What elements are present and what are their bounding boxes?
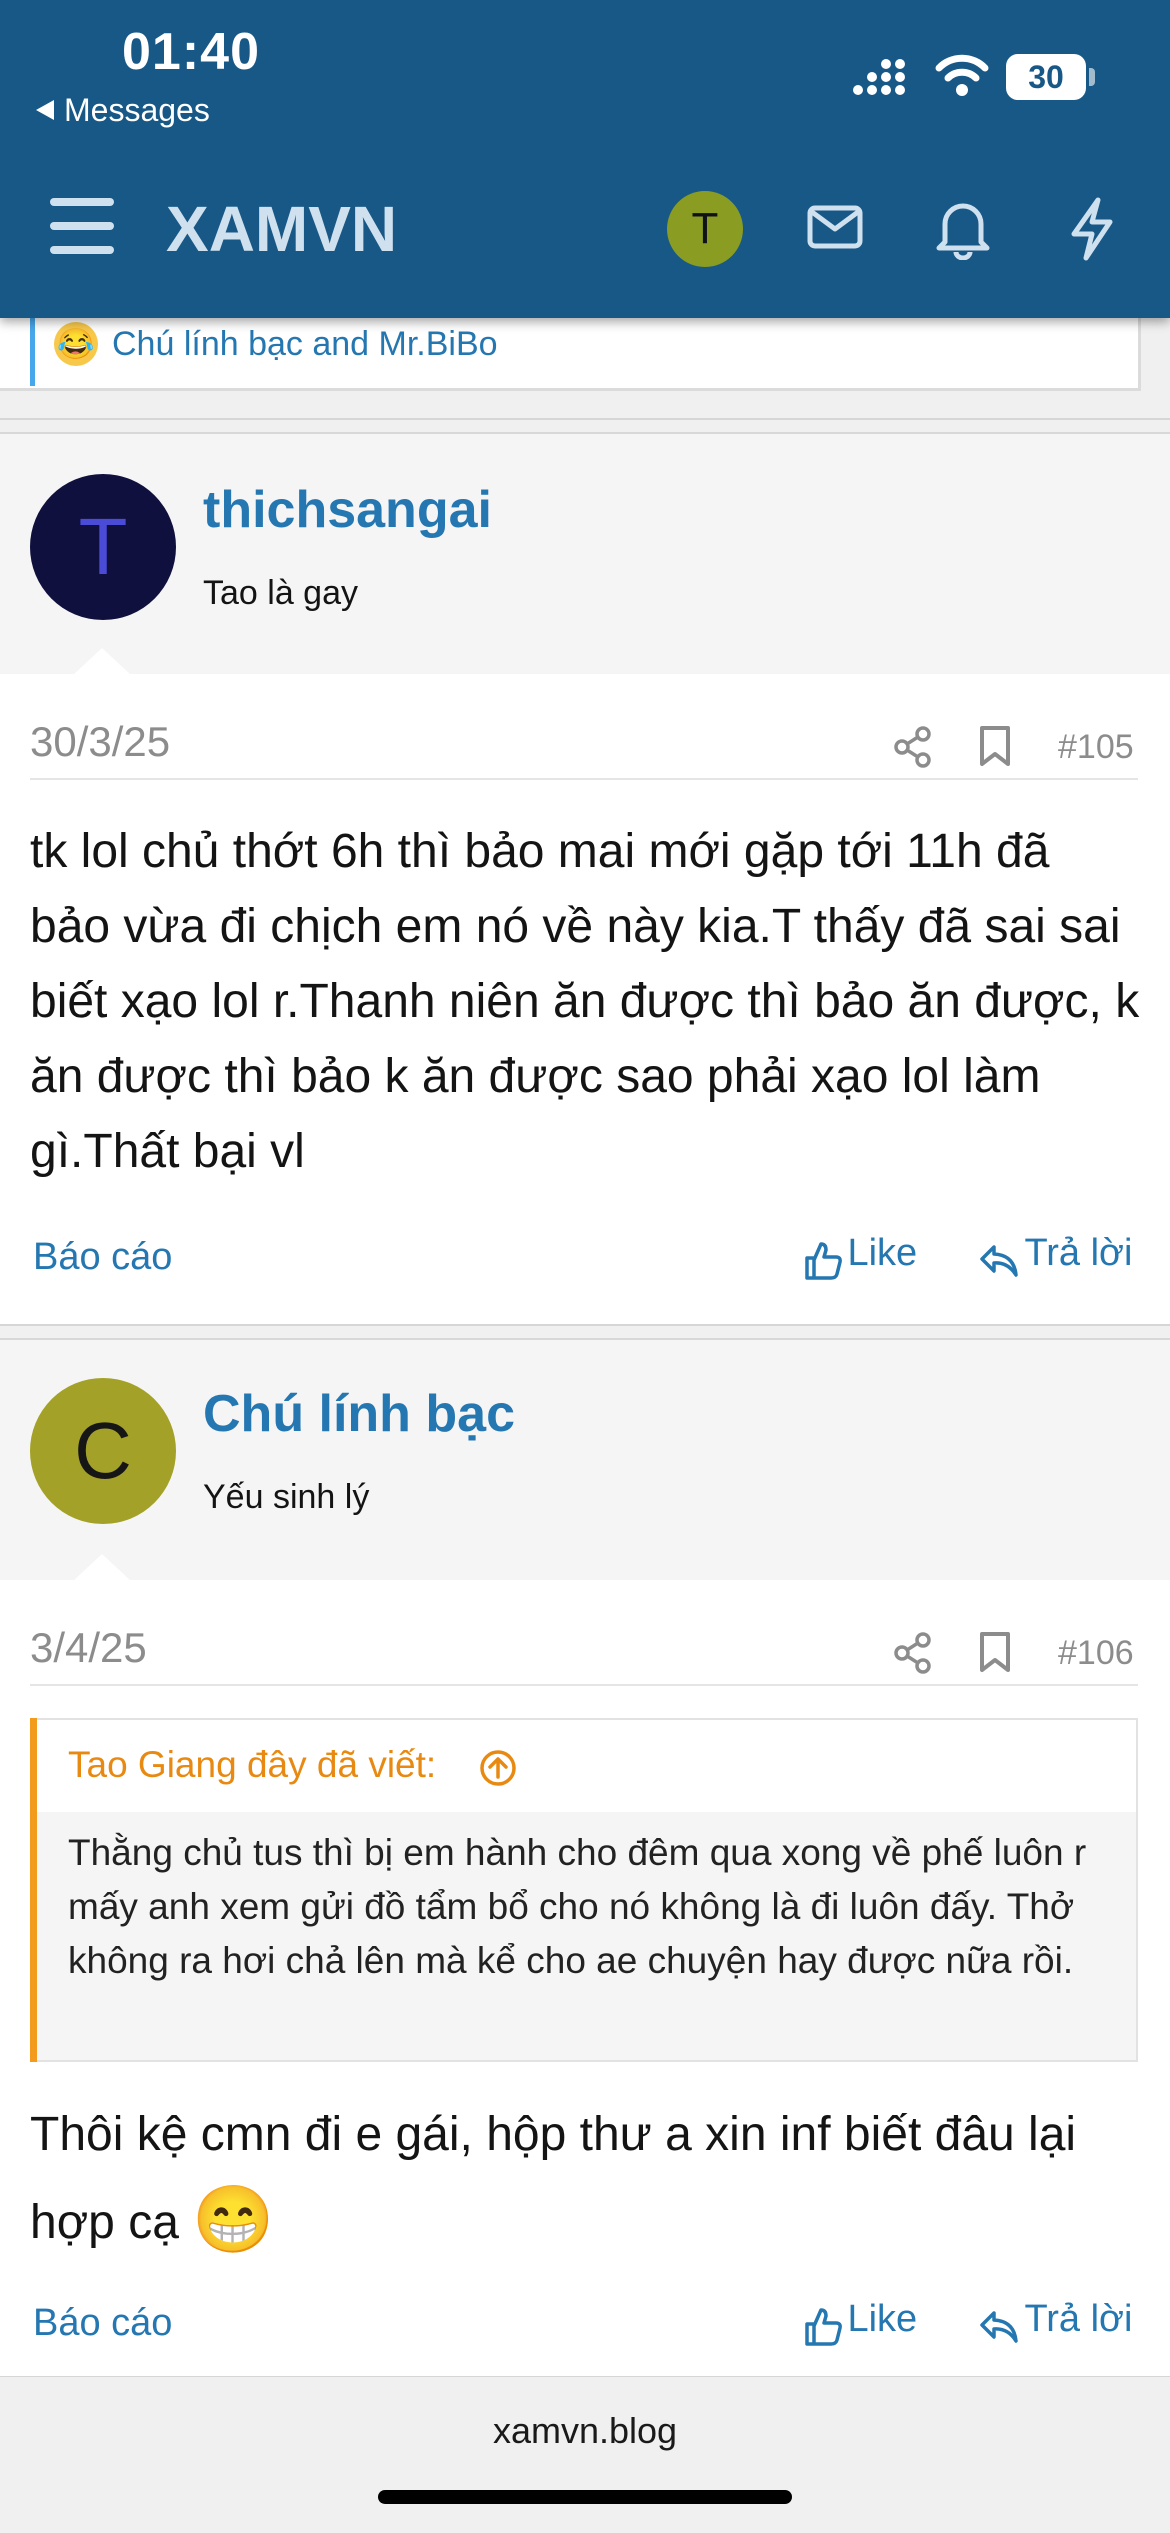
status-time: 01:40 — [122, 23, 260, 81]
avatar-letter: T — [30, 474, 176, 620]
reply-icon — [980, 2311, 1018, 2343]
lightning-icon[interactable] — [1066, 196, 1118, 262]
post-number[interactable]: #106 — [1058, 1634, 1134, 1673]
grinning-emoji-icon: 😁 — [192, 2182, 275, 2256]
quote-accent-bar — [30, 1718, 37, 2062]
home-indicator[interactable] — [378, 2490, 792, 2504]
reply-label: Trả lời — [1024, 1232, 1133, 1274]
reaction-accent-bar — [30, 318, 35, 386]
battery-cap — [1089, 68, 1095, 86]
cellular-signal-icon — [853, 59, 905, 95]
laughing-emoji-icon: 😂 — [54, 322, 98, 366]
user-avatar[interactable]: T — [30, 474, 176, 620]
reply-button[interactable]: Trả lời — [978, 2298, 1132, 2347]
user-avatar[interactable]: T — [667, 191, 743, 267]
like-button[interactable]: Like — [803, 1232, 917, 1282]
post-text: Thôi kệ cmn đi e gái, hộp thư a xin inf … — [30, 2108, 1077, 2249]
back-label: Messages — [64, 92, 210, 128]
report-link[interactable]: Báo cáo — [33, 1236, 172, 1279]
bookmark-icon[interactable] — [978, 724, 1012, 768]
post-user-header — [0, 1338, 1170, 1592]
reply-label: Trả lời — [1024, 2298, 1133, 2340]
post-meta-divider — [30, 778, 1138, 780]
share-icon[interactable] — [893, 1632, 933, 1674]
back-to-messages[interactable]: Messages — [36, 92, 210, 129]
reply-button[interactable]: Trả lời — [978, 1232, 1132, 1281]
post-text-wrap: Thôi kệ cmn đi e gái, hộp thư a xin inf … — [30, 2092, 1140, 2265]
quote-author-link[interactable]: Tao Giang đây đã viết: — [68, 1744, 436, 1786]
wifi-icon — [935, 54, 989, 96]
user-title: Tao là gay — [203, 574, 358, 612]
post-date[interactable]: 3/4/25 — [30, 1624, 147, 1672]
report-link[interactable]: Báo cáo — [33, 2302, 172, 2345]
user-avatar[interactable]: C — [30, 1378, 176, 1524]
hamburger-menu-icon[interactable] — [50, 198, 114, 270]
like-label: Like — [847, 2298, 918, 2340]
top-header: 01:40 Messages 30 XAMVN T — [0, 0, 1170, 318]
back-arrow-icon — [36, 99, 54, 120]
like-button[interactable]: Like — [803, 2298, 917, 2348]
share-icon[interactable] — [893, 726, 933, 768]
battery-icon: 30 — [1006, 54, 1086, 100]
quote-text: Thằng chủ tus thì bị em hành cho đêm qua… — [68, 1832, 1087, 1981]
avatar-letter: C — [30, 1378, 176, 1524]
jump-to-quote-icon[interactable] — [478, 1748, 518, 1788]
user-title: Yếu sinh lý — [203, 1478, 370, 1516]
reaction-users[interactable]: Chú lính bạc and Mr.BiBo — [112, 325, 498, 364]
thumbs-up-icon — [805, 2308, 842, 2346]
username-link[interactable]: Chú lính bạc — [203, 1384, 515, 1444]
bookmark-icon[interactable] — [978, 1630, 1012, 1674]
username-link[interactable]: thichsangai — [203, 480, 492, 540]
address-bar-url[interactable]: xamvn.blog — [0, 2410, 1170, 2452]
post-text: tk lol chủ thớt 6h thì bảo mai mới gặp t… — [30, 825, 1140, 1178]
like-label: Like — [847, 1232, 918, 1274]
post-meta-divider — [30, 1684, 1138, 1686]
thumbs-up-icon — [805, 1242, 842, 1280]
post-date[interactable]: 30/3/25 — [30, 718, 170, 766]
post-caret — [72, 648, 132, 676]
post-caret — [72, 1554, 132, 1582]
browser-footer — [0, 2376, 1170, 2533]
post-user-header — [0, 432, 1170, 686]
mail-icon[interactable] — [806, 196, 864, 258]
post-number[interactable]: #105 — [1058, 728, 1134, 767]
site-logo[interactable]: XAMVN — [166, 192, 397, 266]
reply-icon — [980, 1245, 1018, 1277]
bell-icon[interactable] — [935, 196, 991, 260]
